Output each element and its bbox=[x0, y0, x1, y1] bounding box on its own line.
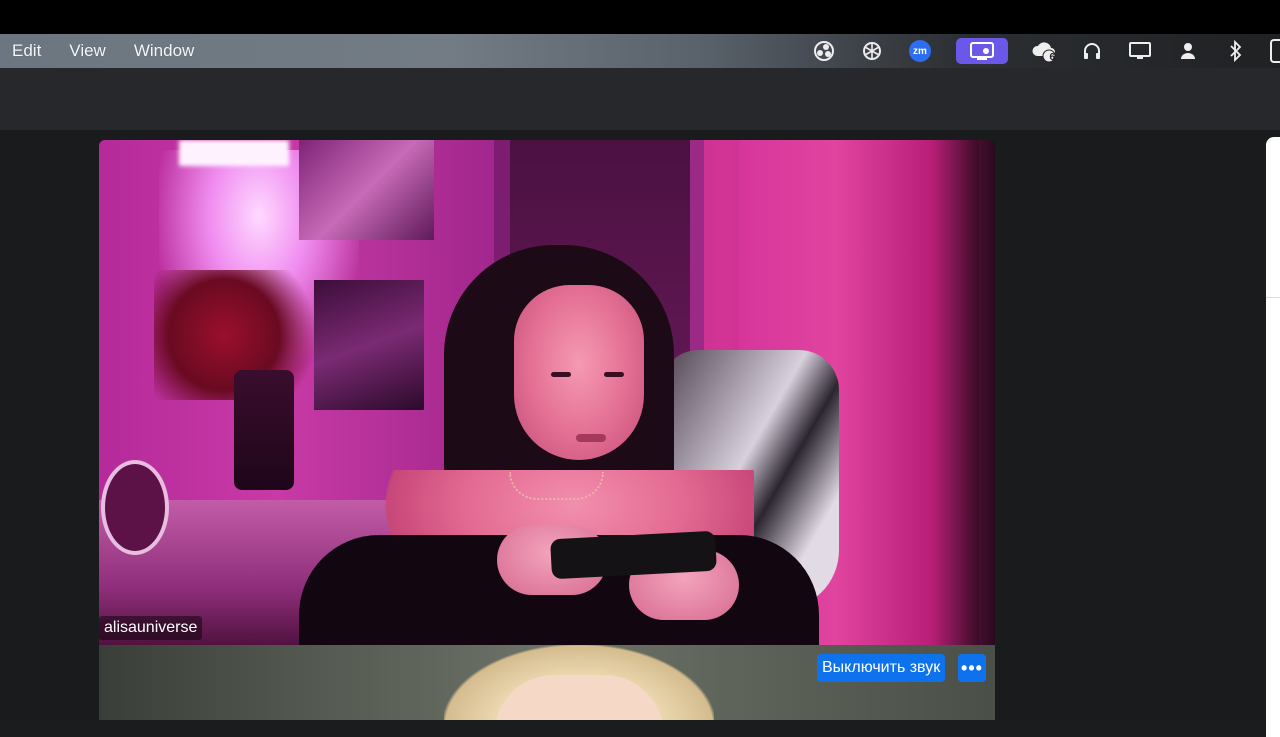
menu-bar: Edit View Window zm 6 bbox=[0, 34, 1280, 68]
cloud-sync-badge: 6 bbox=[1049, 52, 1055, 63]
video-scene bbox=[101, 460, 169, 555]
headphones-icon[interactable] bbox=[1077, 38, 1107, 64]
menu-items: Edit View Window bbox=[0, 41, 222, 61]
side-panel-divider bbox=[1266, 297, 1280, 298]
video-scene bbox=[179, 140, 289, 166]
video-scene bbox=[576, 434, 606, 442]
video-scene bbox=[314, 280, 424, 410]
more-options-button[interactable]: ••• bbox=[958, 654, 986, 682]
menu-edit[interactable]: Edit bbox=[12, 41, 41, 61]
video-scene bbox=[234, 370, 294, 490]
video-scene bbox=[604, 372, 624, 377]
participant-name-label: alisauniverse bbox=[99, 616, 203, 640]
mute-button[interactable]: Выключить звук bbox=[817, 654, 946, 682]
top-black-bar bbox=[0, 0, 1280, 34]
bluetooth-icon[interactable] bbox=[1221, 38, 1251, 64]
display-icon[interactable] bbox=[1125, 38, 1155, 64]
participant-video-tile[interactable] bbox=[99, 140, 995, 645]
side-panel[interactable] bbox=[1266, 137, 1280, 737]
video-scene bbox=[551, 372, 571, 377]
menu-view[interactable]: View bbox=[69, 41, 106, 61]
chatgpt-icon[interactable] bbox=[857, 38, 887, 64]
meeting-toolbar bbox=[0, 68, 1280, 131]
participant-video-feed bbox=[99, 140, 995, 645]
menu-window[interactable]: Window bbox=[134, 41, 194, 61]
control-center-icon[interactable] bbox=[1270, 39, 1280, 63]
screen-share-icon[interactable] bbox=[956, 38, 1008, 64]
zoom-badge: zm bbox=[909, 40, 931, 62]
zoom-icon[interactable]: zm bbox=[905, 38, 935, 64]
video-scene bbox=[299, 140, 434, 240]
video-scene bbox=[509, 472, 604, 500]
obs-icon[interactable] bbox=[809, 38, 839, 64]
user-icon[interactable] bbox=[1173, 38, 1203, 64]
cloud-sync-icon[interactable]: 6 bbox=[1029, 38, 1059, 64]
status-icons: zm 6 bbox=[800, 34, 1280, 68]
